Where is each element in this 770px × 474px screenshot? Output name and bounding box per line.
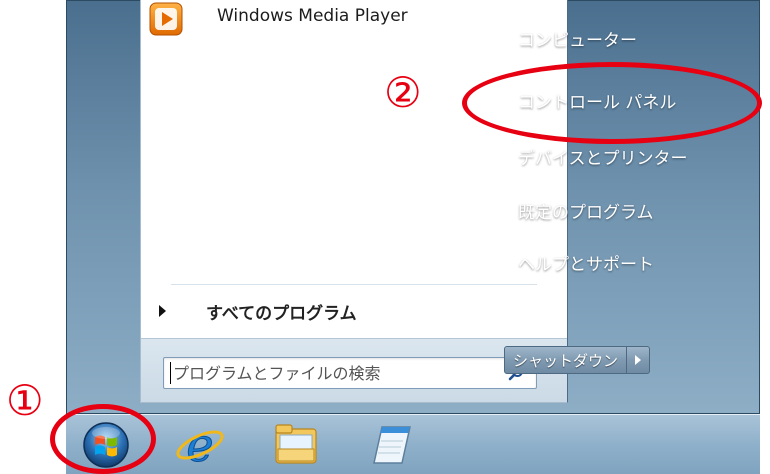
all-programs-divider — [171, 284, 537, 285]
annotation-step-2: ② — [384, 68, 422, 117]
start-menu-item-computer[interactable]: コンピューター — [518, 26, 637, 51]
shutdown-button[interactable]: シャットダウン — [504, 346, 628, 374]
internet-explorer-icon[interactable]: e — [172, 419, 228, 471]
arrow-right-icon — [635, 355, 642, 365]
search-input[interactable] — [173, 363, 473, 383]
all-programs-button[interactable]: すべてのプログラム — [159, 296, 357, 326]
taskbar: e — [66, 414, 760, 474]
svg-text:e: e — [186, 419, 213, 471]
all-programs-label: すべてのプログラム — [206, 303, 357, 324]
start-menu-left-pane: Windows Media Player すべてのプログラム — [140, 0, 568, 403]
shutdown-options-button[interactable] — [627, 346, 651, 374]
arrow-right-icon — [159, 305, 166, 317]
start-menu-item-default-programs[interactable]: 既定のプログラム — [518, 198, 654, 223]
annotation-ellipse-start-button — [50, 404, 156, 474]
start-menu: Windows Media Player すべてのプログラム コンピュ — [66, 0, 760, 414]
start-menu-item-help-support[interactable]: ヘルプとサポート — [518, 250, 654, 275]
annotation-step-1: ① — [6, 376, 44, 425]
media-player-icon — [149, 2, 183, 36]
notepad-icon[interactable] — [364, 419, 420, 471]
start-menu-item-devices-printers[interactable]: デバイスとプリンター — [518, 144, 688, 169]
screenshot-stage: Windows Media Player すべてのプログラム コンピュ — [0, 0, 770, 474]
pinned-item-label: Windows Media Player — [217, 6, 408, 26]
file-explorer-icon[interactable] — [268, 419, 324, 471]
pinned-item-windows-media-player[interactable]: Windows Media Player — [149, 0, 549, 44]
shutdown-control: シャットダウン — [504, 346, 651, 374]
search-box[interactable] — [163, 357, 537, 389]
text-cursor — [170, 362, 171, 384]
annotation-ellipse-control-panel — [462, 62, 762, 144]
